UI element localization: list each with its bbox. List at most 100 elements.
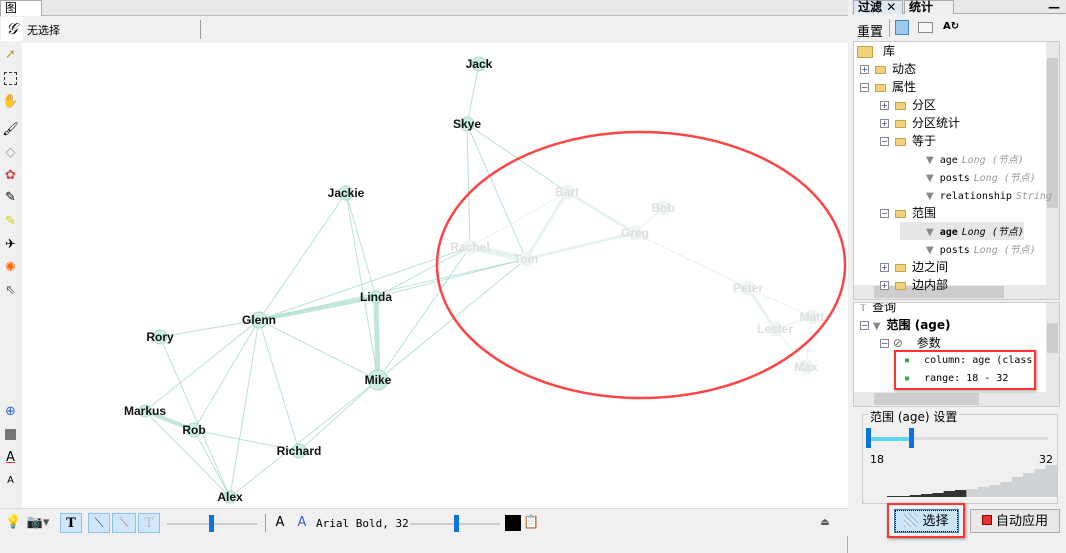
filter-item[interactable]: ▼ posts Long (节点) [900, 240, 1036, 258]
edge-Tom-Greg [525, 231, 636, 261]
expand-icon[interactable]: ⏏ [818, 513, 832, 533]
filter-item[interactable]: ▼ age Long (节点) [900, 222, 1024, 240]
edge-color-icon[interactable]: ⟍ [112, 513, 136, 533]
airplane-icon[interactable]: ✈ [2, 236, 19, 253]
background-color-icon[interactable] [5, 429, 16, 440]
color-palette-icon[interactable]: ✿ [2, 167, 19, 184]
folder-icon [857, 45, 873, 58]
slider-handle[interactable] [454, 515, 459, 532]
gephi-logo: 𝒢 [1, 17, 23, 41]
graph-svg[interactable]: Jack Skye Jackie Linda Glenn Rory Mike Markus Ro… [22, 43, 848, 508]
edge-label-button[interactable]: T [138, 513, 160, 533]
auto-apply-button[interactable]: 自动应用 [970, 509, 1060, 533]
item-type: Long (节点) [973, 173, 1036, 184]
filter-item[interactable]: ▼ relationship String [900, 186, 1052, 204]
edge-Glenn-Mike [258, 319, 379, 381]
library-tree: 库 + 动态 − 属性 + 分区 + 分区统计 − 等于 ▼ age Long (节点) ▼ posts L… [853, 41, 1060, 300]
color-swatch[interactable] [505, 515, 521, 531]
save-filter-icon[interactable] [918, 22, 933, 33]
close-icon[interactable]: ✕ [886, 0, 896, 14]
horizontal-scrollbar[interactable] [854, 392, 1059, 406]
folder-item[interactable]: − 范围 [880, 204, 936, 222]
vertical-scrollbar[interactable] [1046, 42, 1059, 287]
drag-hand-icon[interactable]: ✋ [2, 93, 19, 110]
graph-canvas[interactable]: Jack Skye Jackie Linda Glenn Rory Mike Markus Ro… [22, 43, 848, 508]
zoom-icon[interactable]: ⊕ [2, 403, 19, 420]
font-color-button[interactable]: A [294, 513, 310, 533]
diamond-icon[interactable]: ◇ [2, 144, 19, 161]
range-high-handle[interactable] [909, 428, 915, 448]
query-filter-row[interactable]: − ▼ 范围 (age) [860, 316, 951, 334]
font-size-icon[interactable]: A [2, 472, 19, 489]
folder-icon [875, 83, 886, 92]
select-button[interactable]: 选择 [894, 509, 959, 533]
edge-Glenn-Linda [258, 295, 377, 322]
vertical-scrollbar[interactable] [1046, 303, 1059, 393]
clipboard-icon[interactable]: 📋 [523, 513, 539, 533]
folder-item[interactable]: + 边内部 [880, 276, 948, 294]
brush-icon[interactable]: 🖌 [2, 121, 19, 138]
folder-item[interactable]: + 分区统计 [880, 114, 960, 132]
folder-item[interactable]: + 动态 [860, 60, 916, 78]
tab-graph[interactable]: 图 ✕ [0, 0, 42, 30]
filter-item[interactable]: ▼ posts Long (节点) [900, 168, 1036, 186]
folder-item[interactable]: − 等于 [880, 132, 936, 150]
folder-icon [895, 119, 906, 128]
range-low-handle[interactable] [866, 428, 871, 448]
show-labels-button[interactable]: T [60, 513, 82, 533]
node-label: Rachel [450, 240, 489, 254]
font-label[interactable]: Arial Bold, 32 [316, 517, 409, 530]
item-label: posts [939, 245, 970, 256]
export-filter-icon[interactable] [895, 20, 909, 35]
minimize-button[interactable]: — [1048, 0, 1060, 14]
item-label: 属性 [892, 80, 917, 94]
rectangle-select-icon[interactable] [4, 72, 17, 85]
font-color-icon[interactable]: A [2, 449, 19, 466]
collapse-icon[interactable]: − [880, 339, 889, 348]
expand-icon[interactable]: + [880, 119, 889, 128]
node-label: Bart [555, 185, 579, 199]
collapse-icon[interactable]: − [860, 83, 869, 92]
histogram-bar [955, 490, 967, 497]
auto-refresh-icon[interactable]: A↻ [943, 21, 959, 32]
tab-filter[interactable]: 过滤 ✕ [853, 0, 903, 14]
lightbulb-icon[interactable]: 💡 [5, 513, 21, 533]
camera-icon[interactable]: 📷▾ [26, 513, 50, 533]
pointer-help-icon[interactable]: ⇖ [2, 282, 19, 299]
node-label: Bob [651, 201, 674, 215]
node-label: Lester [757, 322, 793, 336]
histogram-bar [898, 496, 911, 497]
highlighter-icon[interactable]: ✎ [2, 213, 19, 230]
font-size-button[interactable]: A [272, 513, 288, 533]
item-label: 边内部 [912, 278, 949, 292]
edge-icon[interactable]: ⟍ [88, 513, 110, 533]
collapse-icon[interactable]: − [860, 321, 869, 330]
filter-item[interactable]: ▼ age Long (节点) [900, 150, 1024, 168]
expand-icon[interactable]: + [860, 65, 869, 74]
tab-statistics[interactable]: 统计 [904, 0, 954, 14]
histogram-bar [887, 496, 899, 497]
filter-icon: ▼ [926, 245, 934, 256]
gear-flower-icon[interactable]: ✺ [2, 259, 19, 276]
expand-icon[interactable]: + [880, 263, 889, 272]
folder-item[interactable]: 库 [857, 42, 895, 60]
collapse-icon[interactable]: − [880, 209, 889, 218]
folder-item[interactable]: + 边之间 [880, 258, 948, 276]
filter-icon: ▼ [872, 321, 881, 332]
pencil-icon[interactable]: ✎ [2, 189, 19, 206]
histogram-bar [932, 493, 945, 497]
filter-icon: ▼ [926, 227, 934, 238]
expand-icon[interactable]: + [880, 101, 889, 110]
folder-item[interactable]: + 分区 [880, 96, 936, 114]
select-pointer-icon[interactable]: ➚ [2, 46, 19, 63]
filter-tab-bar: 过滤 ✕ 统计 — [852, 0, 1066, 14]
reset-button[interactable]: 重置 [857, 21, 883, 40]
folder-item[interactable]: − 属性 [860, 78, 916, 96]
node-label: Max [794, 360, 818, 374]
item-label: 分区 [912, 98, 937, 112]
edge-Jackie-Glenn [258, 192, 347, 321]
expand-icon[interactable]: + [880, 281, 889, 290]
slider-handle[interactable] [209, 515, 214, 532]
collapse-icon[interactable]: − [880, 137, 889, 146]
histogram [887, 465, 1057, 497]
